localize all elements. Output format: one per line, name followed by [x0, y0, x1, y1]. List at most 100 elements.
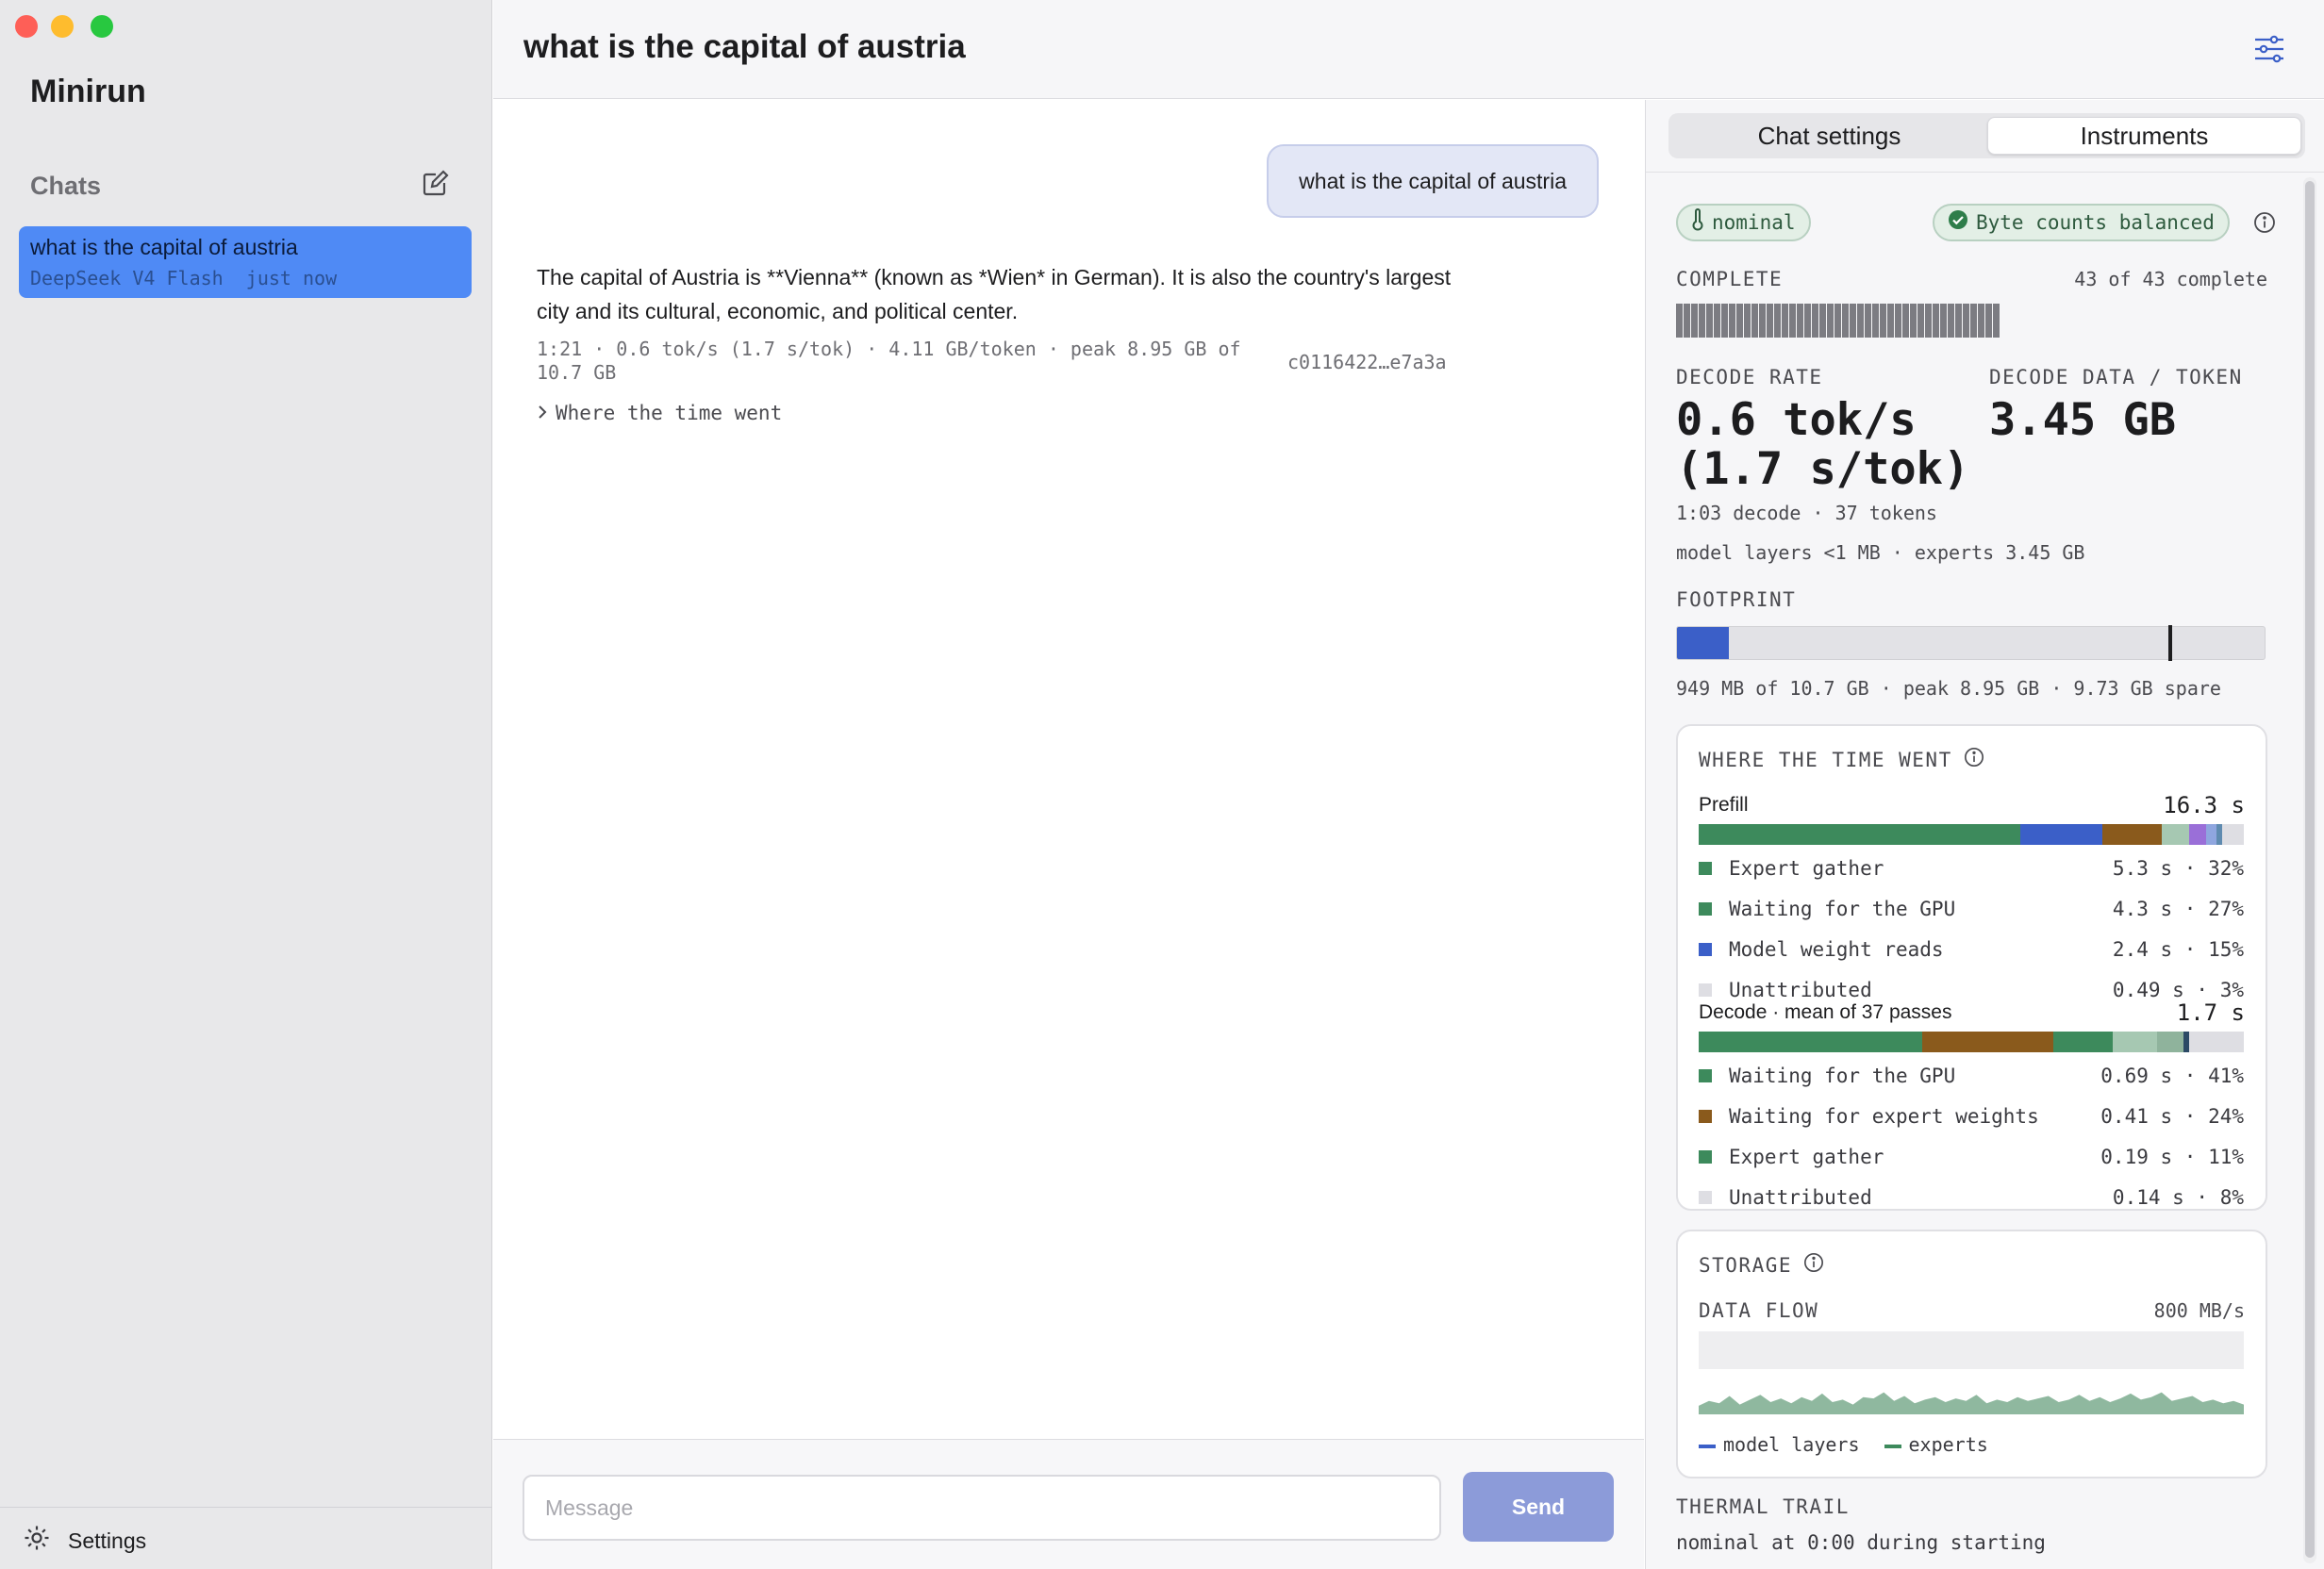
byte-balance-badge: Byte counts balanced — [1933, 204, 2230, 241]
disclosure-label: Where the time went — [556, 402, 783, 424]
time-breakdown-title: WHERE THE TIME WENT — [1699, 747, 1984, 772]
inspector-toggle-icon[interactable] — [2252, 32, 2286, 66]
legend-value: 2.4 s · 15% — [2112, 938, 2244, 961]
prefill-bar-segment — [2189, 824, 2206, 845]
thermometer-icon — [1691, 208, 1704, 237]
zoom-window-button[interactable] — [91, 15, 113, 38]
completion-tick — [1933, 304, 1939, 338]
message-hash[interactable]: c0116422…e7a3a — [1287, 351, 1447, 373]
decode-bar-segment — [1699, 1032, 1922, 1052]
legend-label: Expert gather — [1729, 857, 1884, 880]
decode-detail: 1:03 decode · 37 tokens — [1676, 502, 1937, 524]
decode-total: 1.7 s — [2176, 999, 2245, 1026]
panel-scrollbar[interactable] — [2303, 177, 2316, 1563]
send-button[interactable]: Send — [1463, 1472, 1614, 1542]
storage-title: STORAGE — [1699, 1252, 1824, 1278]
completion-tick — [1714, 304, 1720, 338]
completion-tick — [1940, 304, 1947, 338]
completion-tick — [1729, 304, 1735, 338]
legend-swatch — [1699, 902, 1712, 916]
completion-tick — [1676, 304, 1683, 338]
legend-swatch — [1699, 1110, 1712, 1123]
decode-rate-label: DECODE RATE — [1676, 366, 1823, 388]
chevron-right-icon — [537, 402, 548, 424]
info-icon[interactable] — [2253, 211, 2276, 234]
completion-tick — [1789, 304, 1796, 338]
footprint-label: FOOTPRINT — [1676, 588, 1797, 611]
thermal-trail-text: nominal at 0:00 during starting — [1676, 1531, 2046, 1554]
experts-flow-area — [1699, 1392, 2244, 1414]
decode-rate-secondary: (1.7 s/tok) — [1676, 443, 1970, 495]
completion-tick — [1925, 304, 1932, 338]
completion-tick — [1857, 304, 1864, 338]
completion-tick — [1804, 304, 1811, 338]
message-input[interactable] — [523, 1475, 1441, 1541]
storage-card: STORAGE DATA FLOW 800 MB/s model layers … — [1676, 1230, 2267, 1478]
legend-label: Waiting for the GPU — [1729, 1065, 1956, 1087]
layers-detail: model layers <1 MB · experts 3.45 GB — [1676, 541, 2085, 564]
decode-data-label: DECODE DATA / TOKEN — [1989, 366, 2243, 388]
completion-tick — [1774, 304, 1781, 338]
legend-value: 0.14 s · 8% — [2112, 1186, 2244, 1209]
footprint-bar — [1676, 625, 2266, 661]
info-icon[interactable] — [1803, 1252, 1824, 1278]
settings-button[interactable]: Settings — [23, 1524, 146, 1558]
legend-label: Expert gather — [1729, 1146, 1884, 1168]
completion-tick — [1834, 304, 1841, 338]
legend-swatch — [1699, 1191, 1712, 1204]
completion-tick — [1872, 304, 1879, 338]
legend-model-layers: model layers — [1699, 1433, 1860, 1456]
decode-legend-row: Expert gather 0.19 s · 11% — [1699, 1143, 2244, 1171]
completion-tick — [1880, 304, 1886, 338]
legend-value: 0.49 s · 3% — [2112, 979, 2244, 1001]
model-layers-flow-track — [1699, 1331, 2244, 1369]
legend-swatch — [1699, 943, 1712, 956]
completion-tick — [1993, 304, 2000, 338]
completion-tick — [1767, 304, 1773, 338]
chat-header: what is the capital of austria — [493, 0, 2324, 99]
completion-tick — [1985, 304, 1992, 338]
decode-bar-segment — [1921, 1032, 2053, 1052]
chat-list-item[interactable]: what is the capital of austria DeepSeek … — [19, 226, 472, 298]
completion-tick — [1691, 304, 1698, 338]
instruments-panel: Chat settings Instruments nominal Byte c… — [1645, 100, 2324, 1569]
prefill-legend-row: Unattributed 0.49 s · 3% — [1699, 976, 2244, 1004]
tab-chat-settings[interactable]: Chat settings — [1672, 117, 1986, 155]
new-chat-icon[interactable] — [421, 170, 449, 198]
completion-tick — [1842, 304, 1849, 338]
minimize-window-button[interactable] — [51, 15, 74, 38]
complete-label: COMPLETE — [1676, 268, 1784, 290]
page-title: what is the capital of austria — [523, 28, 966, 65]
legend-swatch — [1699, 862, 1712, 875]
time-breakdown-disclosure[interactable]: Where the time went — [537, 402, 782, 424]
legend-model-layers-label: model layers — [1723, 1433, 1860, 1456]
completion-tick — [1782, 304, 1788, 338]
decode-bar-segment — [2156, 1032, 2184, 1052]
legend-model-layers-swatch — [1699, 1444, 1716, 1448]
completion-tick — [1827, 304, 1834, 338]
decode-bar-segment — [2052, 1032, 2114, 1052]
info-icon[interactable] — [1964, 747, 1984, 772]
prefill-stacked-bar — [1699, 824, 2244, 845]
panel-scrollbar-thumb[interactable] — [2305, 181, 2315, 1558]
close-window-button[interactable] — [15, 15, 38, 38]
legend-value: 4.3 s · 27% — [2112, 898, 2244, 920]
chat-transcript: what is the capital of austria The capit… — [493, 100, 1644, 1439]
completion-tick — [1895, 304, 1901, 338]
prefill-bar-segment — [1699, 824, 2021, 845]
tab-instruments[interactable]: Instruments — [1987, 117, 2301, 155]
completion-tick — [1759, 304, 1766, 338]
thermal-status-badge: nominal — [1676, 204, 1811, 241]
legend-label: Unattributed — [1729, 1186, 1872, 1209]
decode-legend-row: Unattributed 0.14 s · 8% — [1699, 1183, 2244, 1212]
time-breakdown-card: WHERE THE TIME WENT Prefill 16.3 s Exper… — [1676, 724, 2267, 1211]
legend-label: Waiting for the GPU — [1729, 898, 1956, 920]
checkmark-circle-icon — [1948, 209, 1968, 236]
sidebar: Minirun Chats what is the capital of aus… — [0, 0, 492, 1569]
data-flow-rate: 800 MB/s — [2153, 1299, 2245, 1322]
decode-label: Decode · mean of 37 passes — [1699, 1001, 1952, 1023]
completion-tick — [1970, 304, 1977, 338]
chat-subtitle: DeepSeek V4 Flash just now — [30, 267, 338, 289]
thermal-status-text: nominal — [1712, 211, 1796, 234]
completion-tick — [1910, 304, 1917, 338]
